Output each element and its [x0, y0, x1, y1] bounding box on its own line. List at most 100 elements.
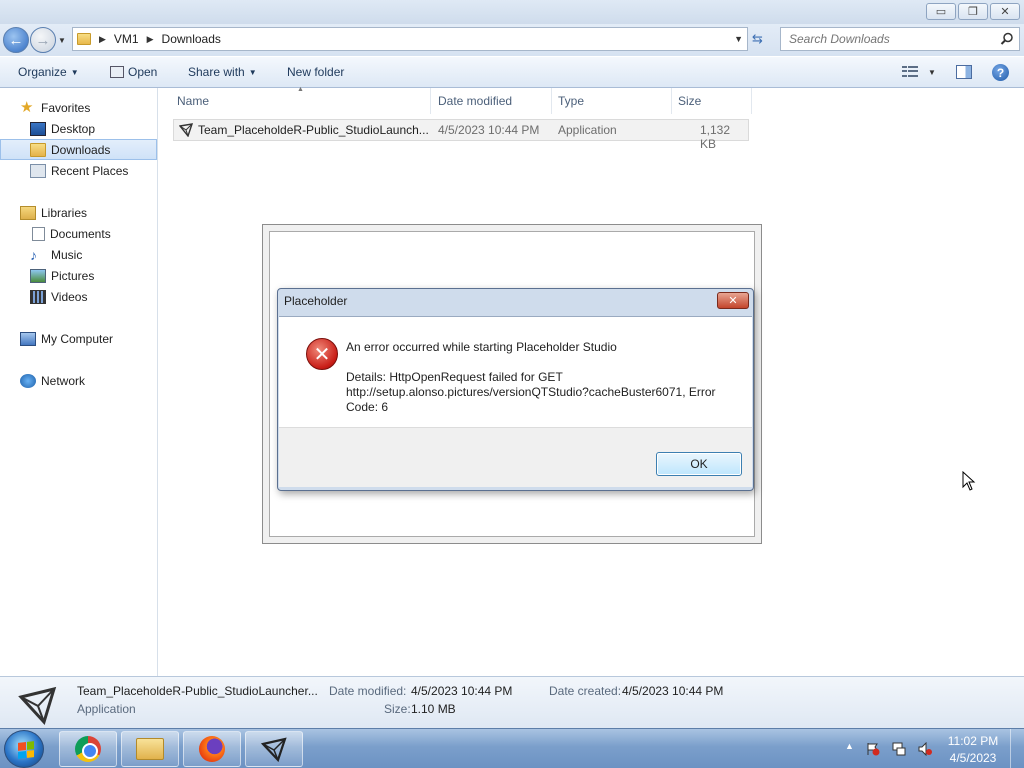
show-desktop-button[interactable] [1010, 729, 1024, 768]
nav-videos[interactable]: Videos [0, 286, 157, 307]
command-bar: Organize ▼ Open Share with ▼ New folder ▼ … [0, 56, 1024, 88]
details-pane: Team_PlaceholdeR-Public_StudioLauncher..… [0, 676, 1024, 728]
search-icon[interactable] [1000, 32, 1014, 46]
volume-muted-icon[interactable] [918, 742, 932, 756]
share-with-button[interactable]: Share with ▼ [188, 65, 257, 79]
forward-button[interactable]: → [30, 27, 56, 53]
network-tray-icon[interactable] [892, 742, 906, 756]
address-bar[interactable]: ▶ VM1 ▶ Downloads ▼ [72, 27, 748, 51]
preview-pane-icon[interactable] [956, 65, 972, 79]
dialog-message: An error occurred while starting Placeho… [346, 340, 617, 354]
column-header-label: Type [558, 94, 585, 108]
libraries-icon [20, 205, 36, 220]
dialog-body: ✕ An error occurred while starting Place… [279, 316, 752, 427]
close-icon: ✕ [728, 295, 738, 307]
nav-desktop[interactable]: Desktop [0, 118, 157, 139]
breadcrumb-downloads[interactable]: Downloads [162, 32, 221, 46]
breadcrumb-separator-icon[interactable]: ▶ [99, 34, 106, 45]
window-titlebar: ▭ ❐ ✕ [0, 0, 1024, 24]
nav-label: Downloads [51, 142, 111, 157]
taskbar-chrome[interactable] [59, 731, 117, 767]
organize-label: Organize [18, 65, 67, 79]
nav-documents[interactable]: Documents [0, 223, 157, 244]
star-icon: ★ [20, 98, 34, 116]
file-row[interactable]: Team_PlaceholdeR-Public_StudioLaunch... … [173, 119, 749, 151]
file-name: Team_PlaceholdeR-Public_StudioLaunch... [198, 123, 429, 137]
windows-logo-icon [18, 741, 34, 759]
sort-ascending-icon: ▲ [297, 86, 304, 93]
taskbar-firefox[interactable] [183, 731, 241, 767]
column-header-label: Date modified [438, 94, 513, 108]
application-icon [179, 123, 193, 137]
nav-my-computer[interactable]: My Computer [0, 328, 157, 349]
close-button[interactable]: ✕ [990, 3, 1020, 20]
change-view-icon[interactable] [902, 66, 918, 78]
chevron-down-icon: ▼ [248, 67, 257, 77]
column-header-date-modified[interactable]: Date modified [432, 88, 552, 114]
details-size-label: Size: [384, 702, 411, 716]
column-header-type[interactable]: Type [552, 88, 672, 114]
file-size: 1,132 KB [700, 123, 731, 151]
new-folder-button[interactable]: New folder [287, 65, 344, 79]
back-arrow-icon: ← [8, 31, 24, 49]
action-center-flag-icon[interactable] [866, 742, 880, 756]
clock-date[interactable]: 4/5/2023 [943, 751, 1003, 765]
start-button[interactable] [4, 730, 44, 768]
open-icon [110, 66, 124, 78]
address-dropdown-icon[interactable]: ▼ [734, 34, 743, 44]
file-type: Application [558, 123, 617, 137]
open-button[interactable]: Open [110, 65, 157, 79]
minimize-button[interactable]: ▭ [926, 3, 956, 20]
maximize-button[interactable]: ❐ [958, 3, 988, 20]
column-header-size[interactable]: Size [672, 88, 752, 114]
open-label: Open [128, 65, 158, 79]
details-date-modified-label: Date modified: [329, 684, 407, 698]
dialog-title: Placeholder [284, 294, 348, 308]
taskbar: ▲ 11:02 PM 4/5/2023 [0, 728, 1024, 768]
share-with-label: Share with [188, 65, 245, 79]
nav-label: My Computer [41, 331, 114, 346]
navigation-pane: ★ Favorites Desktop Downloads Recent Plac… [0, 88, 158, 676]
nav-network[interactable]: Network [0, 370, 157, 391]
breadcrumb-separator-icon[interactable]: ▶ [147, 34, 154, 45]
back-button[interactable]: ← [3, 27, 29, 53]
organize-button[interactable]: Organize ▼ [18, 65, 79, 79]
recent-pages-dropdown-icon[interactable]: ▼ [58, 36, 66, 45]
view-options-dropdown-icon[interactable]: ▼ [928, 68, 936, 77]
taskbar-launcher[interactable] [245, 731, 303, 767]
taskbar-explorer[interactable] [121, 731, 179, 767]
pictures-icon [30, 268, 46, 283]
search-box[interactable] [780, 27, 1020, 51]
search-input[interactable] [789, 32, 989, 46]
nav-label: Libraries [41, 205, 88, 220]
desktop-icon [30, 121, 46, 136]
show-hidden-icons-icon[interactable]: ▲ [845, 741, 854, 751]
nav-label: Videos [51, 289, 88, 304]
refresh-icon[interactable]: ⇆ [752, 31, 763, 47]
breadcrumb-vm1[interactable]: VM1 [114, 32, 139, 46]
nav-recent-places[interactable]: Recent Places [0, 160, 157, 181]
nav-label: Pictures [51, 268, 95, 283]
dialog-details: Details: HttpOpenRequest failed for GET … [346, 370, 716, 414]
column-header-label: Name [177, 94, 210, 108]
error-icon: ✕ [306, 338, 338, 370]
network-icon [20, 373, 36, 388]
details-file-name: Team_PlaceholdeR-Public_StudioLauncher..… [77, 684, 318, 698]
nav-favorites[interactable]: ★ Favorites [0, 97, 157, 118]
details-date-modified: 4/5/2023 10:44 PM [411, 684, 513, 698]
nav-libraries[interactable]: Libraries [0, 202, 157, 223]
nav-pictures[interactable]: Pictures [0, 265, 157, 286]
dialog-close-button[interactable]: ✕ [717, 292, 749, 309]
help-icon[interactable]: ? [992, 64, 1009, 81]
ok-button[interactable]: OK [656, 452, 742, 476]
details-file-type: Application [77, 702, 136, 716]
nav-downloads[interactable]: Downloads [0, 139, 157, 160]
application-icon [18, 686, 57, 725]
details-date-created-label: Date created: [549, 684, 622, 698]
music-note-icon: ♪ [30, 246, 37, 263]
column-header-label: Size [678, 94, 702, 108]
details-size: 1.10 MB [411, 702, 456, 716]
nav-music[interactable]: ♪ Music [0, 244, 157, 265]
explorer-icon [136, 738, 164, 760]
clock-time[interactable]: 11:02 PM [943, 734, 1003, 748]
